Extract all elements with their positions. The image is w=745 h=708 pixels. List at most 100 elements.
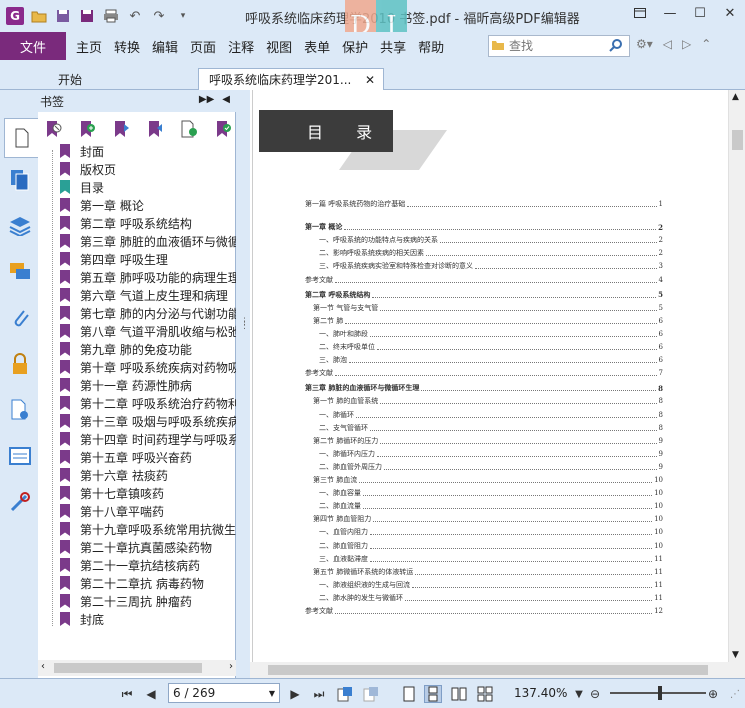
- signature-panel-icon[interactable]: [8, 490, 32, 514]
- first-page-icon[interactable]: ⏮: [118, 685, 136, 703]
- promote-bookmark-icon[interactable]: [146, 120, 164, 138]
- bookmark-item[interactable]: 第十七章镇咳药: [60, 484, 238, 502]
- bookmark-item[interactable]: 第二章 呼吸系统结构: [60, 214, 238, 232]
- bookmark-properties-icon[interactable]: [214, 120, 232, 138]
- toc-entry[interactable]: 二、肺血管外周压力 9: [305, 461, 663, 473]
- tab-document[interactable]: 呼吸系统临床药理学201... ✕: [198, 68, 384, 90]
- attachments-panel-icon[interactable]: [8, 306, 32, 330]
- settings-gear-icon[interactable]: ⚙▾: [636, 37, 653, 51]
- toc-entry[interactable]: 参考文献 12: [305, 605, 663, 617]
- toc-entry[interactable]: 第三节 肺血流 10: [305, 474, 663, 486]
- toc-entry[interactable]: 一、肺循环 8: [305, 409, 663, 421]
- next-page-icon[interactable]: ▶: [286, 685, 304, 703]
- vertical-scroll-thumb[interactable]: [732, 130, 743, 150]
- bookmark-item[interactable]: 第六章 气道上皮生理和病理: [60, 286, 238, 304]
- continuous-view-icon[interactable]: [424, 685, 442, 703]
- toc-entry[interactable]: 二、影响呼吸系统疾病的相关因素 2: [305, 247, 663, 259]
- horizontal-scroll-thumb[interactable]: [268, 665, 708, 675]
- bookmark-item[interactable]: 第七章 肺的内分泌与代谢功能: [60, 304, 238, 322]
- bookmark-item[interactable]: 第十五章 呼吸兴奋药: [60, 448, 238, 466]
- toc-entry[interactable]: 第二章 呼吸系统结构 5: [305, 289, 663, 301]
- menu-edit[interactable]: 编辑: [146, 37, 184, 56]
- bookmark-item[interactable]: 第四章 呼吸生理: [60, 250, 238, 268]
- bookmarks-panel-icon[interactable]: [4, 118, 38, 158]
- toc-entry[interactable]: 二、肺血流量 10: [305, 500, 663, 512]
- toc-entry[interactable]: 一、肺叶和肺段 6: [305, 328, 663, 340]
- bookmark-item[interactable]: 第十八章平喘药: [60, 502, 238, 520]
- panel-splitter[interactable]: ⋮ ⋮: [236, 90, 250, 678]
- bookmark-item[interactable]: 第十一章 药源性肺病: [60, 376, 238, 394]
- toc-entry[interactable]: 二、终末呼吸单位 6: [305, 341, 663, 353]
- document-vertical-scrollbar[interactable]: ▲ ▼: [728, 90, 745, 662]
- toc-entry[interactable]: 二、肺血管阻力 10: [305, 540, 663, 552]
- bookmark-item[interactable]: 封面: [60, 142, 238, 160]
- bookmark-item[interactable]: 第十章 呼吸系统疾病对药物吸: [60, 358, 238, 376]
- toc-entry[interactable]: 参考文献 7: [305, 367, 663, 379]
- expand-panel-icon[interactable]: ▶▶: [199, 94, 214, 105]
- bookmark-item[interactable]: 第十二章 呼吸系统治疗药物利: [60, 394, 238, 412]
- menu-form[interactable]: 表单: [298, 37, 336, 56]
- last-page-icon[interactable]: ⏭: [310, 685, 328, 703]
- bookmark-item[interactable]: 第二十章抗真菌感染药物: [60, 538, 238, 556]
- close-button[interactable]: ✕: [715, 0, 745, 26]
- bookmark-item[interactable]: 第十九章呼吸系统常用抗微生: [60, 520, 238, 538]
- splitter-grip-icon[interactable]: ⋮ ⋮: [240, 318, 249, 331]
- toc-entry[interactable]: 三、呼吸系统疾病实验室和特殊检查对诊断的意义 3: [305, 260, 663, 272]
- toc-entry[interactable]: 第五节 肺微循环系统的体液转运 11: [305, 566, 663, 578]
- scroll-down-icon[interactable]: ▼: [732, 650, 739, 660]
- zoom-in-icon[interactable]: ⊕: [704, 685, 722, 703]
- collapse-ribbon-icon[interactable]: ⌃: [701, 37, 711, 51]
- document-horizontal-scrollbar[interactable]: [250, 662, 745, 678]
- save-icon[interactable]: [54, 7, 72, 25]
- menu-protect[interactable]: 保护: [336, 37, 374, 56]
- menu-convert[interactable]: 转换: [108, 37, 146, 56]
- search-input[interactable]: [505, 39, 605, 53]
- bookmark-item[interactable]: 第五章 肺呼吸功能的病理生理: [60, 268, 238, 286]
- toc-entry[interactable]: 一、肺循环内压力 9: [305, 448, 663, 460]
- print-icon[interactable]: [102, 7, 120, 25]
- bookmark-item[interactable]: 第十三章 吸烟与呼吸系统疾病: [60, 412, 238, 430]
- redo-icon[interactable]: ↷: [150, 7, 168, 25]
- scroll-up-icon[interactable]: ▲: [732, 92, 739, 102]
- save-as-icon[interactable]: [78, 7, 96, 25]
- toc-entry[interactable]: 第一章 概论 2: [305, 221, 663, 233]
- bookmark-item[interactable]: 版权页: [60, 160, 238, 178]
- tab-start[interactable]: 开始: [48, 68, 198, 90]
- scroll-right-icon[interactable]: ›: [229, 661, 233, 672]
- toc-entry[interactable]: 第一节 气管与支气管 5: [305, 302, 663, 314]
- bookmark-item[interactable]: 封底: [60, 610, 238, 628]
- menu-page[interactable]: 页面: [184, 37, 222, 56]
- ribbon-display-icon[interactable]: [625, 0, 655, 26]
- toc-entry[interactable]: 二、支气管循环 8: [305, 422, 663, 434]
- search-icon[interactable]: [609, 38, 623, 55]
- bookmark-item[interactable]: 第九章 肺的免疫功能: [60, 340, 238, 358]
- collapse-panel-icon[interactable]: ◀: [222, 94, 230, 105]
- form-fields-panel-icon[interactable]: [8, 444, 32, 468]
- maximize-button[interactable]: ☐: [685, 0, 715, 26]
- menu-share[interactable]: 共享: [374, 37, 412, 56]
- facing-view-icon[interactable]: [450, 685, 468, 703]
- bookmark-horizontal-scrollbar[interactable]: ‹ ›: [38, 660, 236, 676]
- undo-icon[interactable]: ↶: [126, 7, 144, 25]
- toc-entry[interactable]: 第三章 肺脏的血液循环与微循环生理 8: [305, 382, 663, 394]
- toc-entry[interactable]: 一、肺血容量 10: [305, 487, 663, 499]
- pages-panel-icon[interactable]: [8, 168, 32, 192]
- minimize-button[interactable]: —: [655, 0, 685, 26]
- scroll-left-icon[interactable]: ‹: [41, 661, 45, 672]
- toc-entry[interactable]: 三、肺泡 6: [305, 354, 663, 366]
- new-bookmark-from-page-icon[interactable]: [180, 120, 198, 138]
- toc-entry[interactable]: 一、呼吸系统的功能特点与疾病的关系 2: [305, 234, 663, 246]
- tab-close-icon[interactable]: ✕: [365, 73, 375, 87]
- zoom-out-icon[interactable]: ⊖: [586, 685, 604, 703]
- delete-bookmark-icon[interactable]: [44, 120, 62, 138]
- prev-result-icon[interactable]: ◁: [663, 37, 672, 51]
- menu-view[interactable]: 视图: [260, 37, 298, 56]
- toc-entry[interactable]: 三、血液黏滞度 11: [305, 553, 663, 565]
- menu-comment[interactable]: 注释: [222, 37, 260, 56]
- next-result-icon[interactable]: ▷: [682, 37, 691, 51]
- toc-entry[interactable]: 二、肺水肿的发生与微循环 11: [305, 592, 663, 604]
- toc-entry[interactable]: 第二节 肺 6: [305, 315, 663, 327]
- bookmark-item[interactable]: 第二十三周抗 肿瘤药: [60, 592, 238, 610]
- open-folder-icon[interactable]: [30, 7, 48, 25]
- toc-entry[interactable]: 一、肺液组织液的生成与回流 11: [305, 579, 663, 591]
